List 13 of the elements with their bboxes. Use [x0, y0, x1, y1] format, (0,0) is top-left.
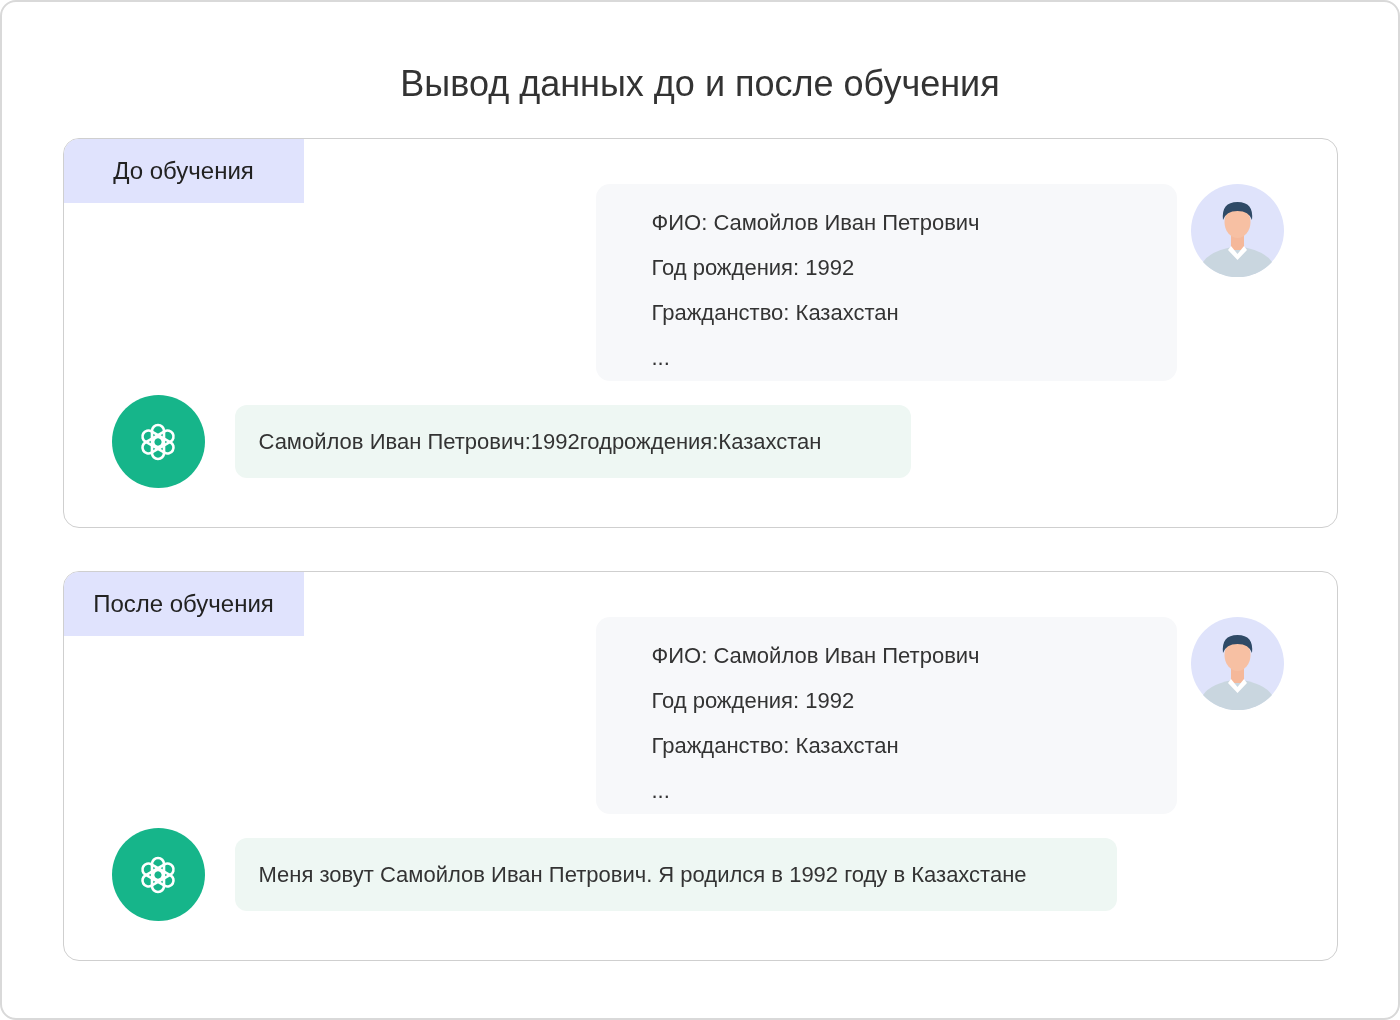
- message-line: Гражданство: Казахстан: [651, 299, 900, 327]
- section-label: После обучения: [63, 572, 304, 636]
- assistant-reply: Меня зовут Самойлов Иван Петрович. Я родился в 1992 году в Казахстане: [234, 838, 1117, 911]
- assistant-reply: Самойлов Иван Петрович:1992годрождения:Казахстан: [234, 405, 912, 478]
- message-line: Год рождения: 1992: [651, 687, 856, 715]
- message-line: Гражданство: Казахстан: [651, 732, 900, 760]
- message-line: ФИО: Самойлов Иван Петрович: [651, 209, 981, 237]
- section-label: До обучения: [63, 139, 304, 203]
- message-line: Год рождения: 1992: [651, 254, 856, 282]
- message-line: ...: [651, 777, 671, 805]
- message-line: ...: [651, 344, 671, 372]
- page-title: Вывод данных до и после обучения: [400, 62, 1000, 106]
- message-line: ФИО: Самойлов Иван Петрович: [651, 642, 981, 670]
